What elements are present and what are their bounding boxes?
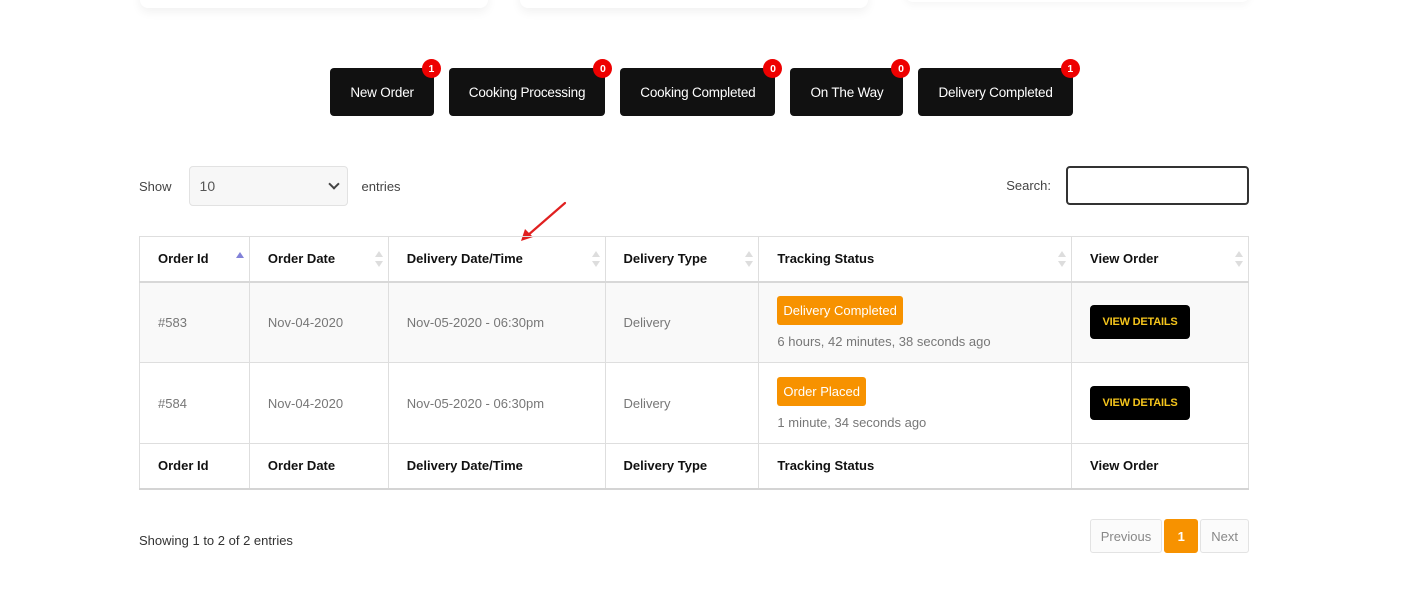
count-badge: 1 (421, 59, 441, 78)
footer-view-order: View Order (1071, 443, 1249, 490)
sort-icon (1235, 250, 1243, 267)
previous-page-button[interactable]: Previous (1089, 519, 1163, 553)
count-badge: 0 (891, 59, 911, 78)
entries-length-control: Show 10 entries (139, 166, 401, 206)
order-status-tabs: New Order 1 Cooking Processing 0 Cooking… (0, 59, 1403, 116)
count-badge: 1 (1060, 59, 1080, 78)
footer-delivery-type: Delivery Type (604, 443, 760, 490)
sort-icon (591, 250, 600, 267)
status-tab-label: Delivery Completed (938, 84, 1053, 100)
status-tab-label: New Order (350, 84, 414, 100)
pagination: Previous 1 Next (1089, 519, 1249, 553)
search-control: Search: (1006, 166, 1249, 205)
status-tab-new-order[interactable]: New Order 1 (330, 59, 441, 116)
summary-card (520, 0, 868, 8)
delivery-datetime-cell: Nov-05-2020 - 06:30pm (387, 362, 606, 444)
column-header-label: Delivery Type (623, 251, 708, 267)
column-header-label: View Order (1090, 251, 1159, 267)
delivery-datetime-cell: Nov-05-2020 - 06:30pm (387, 281, 606, 363)
search-input[interactable] (1066, 166, 1249, 205)
column-header-label: Order Date (267, 251, 336, 267)
delivery-type-cell: Delivery (604, 281, 760, 363)
tracking-status-cell: Order Placed 1 minute, 34 seconds ago (758, 362, 1073, 444)
footer-tracking-status: Tracking Status (758, 443, 1073, 490)
tracking-time-ago: 1 minute, 34 seconds ago (777, 414, 927, 430)
status-tab-cooking-completed[interactable]: Cooking Completed 0 (620, 59, 783, 116)
selected-value: 10 (199, 178, 216, 194)
table-info-text: Showing 1 to 2 of 2 entries (139, 533, 293, 548)
entries-label: entries (361, 178, 401, 194)
table-row: #584 Nov-04-2020 Nov-05-2020 - 06:30pm D… (139, 362, 1249, 444)
table-header-row: Order Id Order Date Delivery Date/Time D… (139, 236, 1249, 283)
column-header-order-date[interactable]: Order Date (248, 236, 389, 283)
table-footer-row: Order Id Order Date Delivery Date/Time D… (139, 443, 1249, 490)
tracking-status-badge: Delivery Completed (777, 295, 903, 325)
tracking-status-badge: Order Placed (777, 376, 866, 406)
show-label: Show (139, 178, 172, 194)
footer-order-id: Order Id (139, 443, 250, 490)
column-header-label: Tracking Status (777, 251, 875, 267)
view-order-cell: VIEW DETAILS (1071, 281, 1249, 363)
order-id-cell: #583 (139, 281, 250, 363)
tracking-time-ago: 6 hours, 42 minutes, 38 seconds ago (777, 333, 991, 349)
status-tab-delivery-completed[interactable]: Delivery Completed 1 (918, 59, 1080, 116)
order-date-cell: Nov-04-2020 (248, 281, 389, 363)
column-header-delivery-datetime[interactable]: Delivery Date/Time (387, 236, 606, 283)
status-tab-cooking-processing[interactable]: Cooking Processing 0 (448, 59, 613, 116)
sort-icon (374, 250, 383, 267)
status-tab-label: Cooking Completed (640, 84, 756, 100)
column-header-view-order[interactable]: View Order (1071, 236, 1249, 283)
order-id-cell: #584 (139, 362, 250, 444)
chevron-down-icon (327, 178, 340, 190)
order-date-cell: Nov-04-2020 (248, 362, 389, 444)
status-tab-label: Cooking Processing (468, 84, 586, 100)
view-details-button[interactable]: VIEW DETAILS (1090, 386, 1191, 420)
column-header-tracking-status[interactable]: Tracking Status (758, 236, 1073, 283)
table-row: #583 Nov-04-2020 Nov-05-2020 - 06:30pm D… (139, 281, 1249, 363)
column-header-label: Order Id (158, 251, 209, 267)
view-details-button[interactable]: VIEW DETAILS (1090, 305, 1191, 340)
count-badge: 0 (763, 59, 783, 78)
status-tab-label: On The Way (810, 84, 884, 100)
page-1-button[interactable]: 1 (1164, 519, 1199, 553)
count-badge: 0 (593, 59, 613, 78)
sort-ascending-icon (235, 251, 244, 267)
entries-per-page-select[interactable]: 10 (188, 166, 348, 206)
summary-card (905, 0, 1250, 2)
footer-order-date: Order Date (248, 443, 389, 490)
summary-card (140, 0, 488, 8)
column-header-order-id[interactable]: Order Id (139, 236, 250, 283)
sort-icon (745, 250, 754, 267)
next-page-button[interactable]: Next (1200, 519, 1249, 553)
search-label: Search: (1006, 178, 1051, 193)
orders-table: Order Id Order Date Delivery Date/Time D… (139, 236, 1249, 490)
column-header-label: Delivery Date/Time (406, 251, 523, 267)
delivery-type-cell: Delivery (604, 362, 760, 444)
view-order-cell: VIEW DETAILS (1071, 362, 1249, 444)
sort-icon (1058, 250, 1067, 267)
status-tab-on-the-way[interactable]: On The Way 0 (790, 59, 911, 116)
column-header-delivery-type[interactable]: Delivery Type (604, 236, 760, 283)
tracking-status-cell: Delivery Completed 6 hours, 42 minutes, … (758, 281, 1073, 363)
footer-delivery-datetime: Delivery Date/Time (387, 443, 606, 490)
top-summary-cards (0, 0, 1403, 20)
